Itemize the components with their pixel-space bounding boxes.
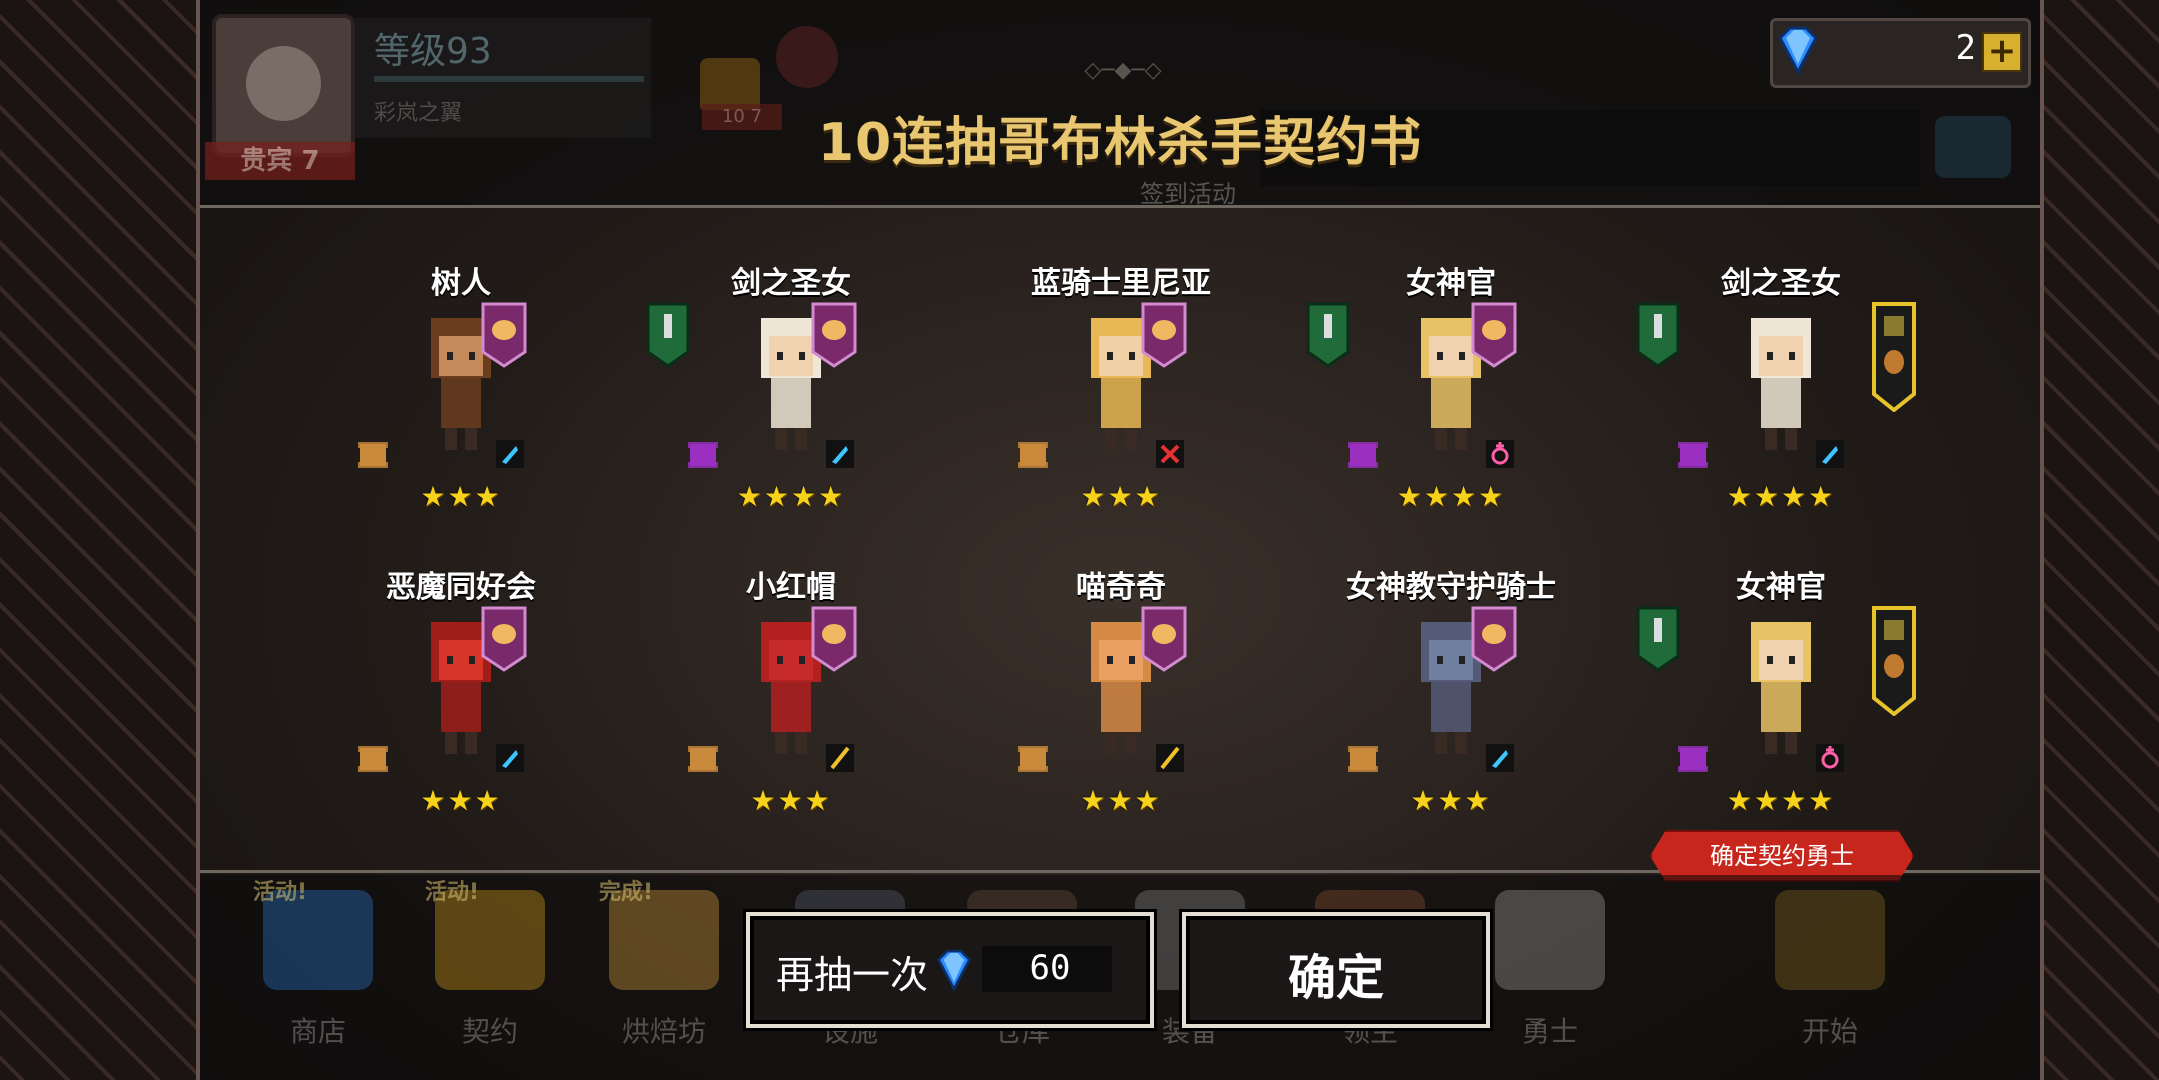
signin-event-label: 签到活动: [1140, 180, 1236, 208]
blue-feather-icon: [496, 440, 524, 468]
class-banner-purple-icon: [1141, 606, 1187, 672]
scroll-icon: [1348, 746, 1378, 772]
star-rating: ★★★: [420, 480, 502, 513]
star-rating: ★★★: [1080, 784, 1162, 817]
hero-card[interactable]: 剑之圣女 ★★★★: [1636, 258, 1926, 548]
class-banner-purple-icon: [1471, 302, 1517, 368]
draw-cost: 60: [1029, 948, 1071, 988]
star-rating: ★★★★: [1726, 784, 1836, 817]
hero-card[interactable]: 树人 ★★★: [316, 258, 606, 548]
dice-icon[interactable]: [776, 26, 838, 88]
left-border-pattern: [0, 0, 196, 1080]
star-rating: ★★★★: [1396, 480, 1506, 513]
gem-icon: [1778, 26, 1818, 76]
hero-name: 小红帽: [746, 570, 836, 605]
blue-feather-icon: [826, 440, 854, 468]
class-banner-green-icon: [1636, 302, 1680, 368]
nav-item-label[interactable]: 勇士: [1480, 1010, 1620, 1050]
nav-badge: 活动!: [253, 880, 308, 905]
exp-bar: [374, 76, 644, 82]
hero-name: 恶魔同好会: [386, 570, 536, 605]
hero-name: 树人: [431, 266, 491, 301]
star-rating: ★★★★: [736, 480, 846, 513]
tier-banner-gold-icon: [1872, 302, 1916, 412]
gem-icon: [936, 949, 972, 992]
nav-badge: 活动!: [425, 880, 480, 905]
hero-card[interactable]: 女神教守护骑士 ★★★: [1306, 562, 1596, 852]
class-banner-green-icon: [1306, 302, 1350, 368]
hero-card[interactable]: 小红帽 ★★★: [646, 562, 936, 852]
hero-card[interactable]: 剑之圣女 ★★★★: [646, 258, 936, 548]
confirm-button[interactable]: 确定: [1182, 912, 1490, 1028]
hero-name: 女神教守护骑士: [1346, 570, 1556, 605]
player-level: 等级93: [374, 31, 492, 72]
scroll-icon: [688, 746, 718, 772]
scroll-icon: [1018, 442, 1048, 468]
star-rating: ★★★: [1080, 480, 1162, 513]
hero-card[interactable]: 女神官 ★★★★: [1636, 562, 1926, 852]
blue-feather-icon: [1486, 744, 1514, 772]
gold-wand-icon: [826, 744, 854, 772]
hero-name: 女神官: [1406, 266, 1496, 301]
scroll-icon: [358, 746, 388, 772]
scroll-icon: [358, 442, 388, 468]
confirm-label: 确定: [1287, 950, 1384, 1006]
class-banner-purple-icon: [1471, 606, 1517, 672]
add-gems-button[interactable]: +: [1982, 32, 2022, 72]
hero-name: 蓝骑士里尼亚: [1031, 266, 1211, 301]
hero-sprite: [1751, 622, 1811, 754]
scroll-icon: [688, 442, 718, 468]
scroll-icon: [1348, 442, 1378, 468]
nav-item-label[interactable]: 烘焙坊: [594, 1010, 734, 1050]
pink-symbol-icon: [1486, 440, 1514, 468]
draw-again-label: 再抽一次: [776, 953, 929, 997]
nav-item-label[interactable]: 开始: [1760, 1010, 1900, 1050]
draw-again-button[interactable]: 再抽一次 60: [746, 912, 1154, 1028]
nav-8-icon[interactable]: [1775, 890, 1885, 990]
hero-card[interactable]: 女神官 ★★★★: [1306, 258, 1596, 548]
content-divider-top: [200, 205, 2040, 208]
hero-card[interactable]: 蓝骑士里尼亚 ★★★: [976, 258, 1266, 548]
blue-feather-icon: [496, 744, 524, 772]
hero-name: 剑之圣女: [1721, 266, 1841, 301]
star-rating: ★★★: [1410, 784, 1492, 817]
hero-name: 女神官: [1736, 570, 1826, 605]
tier-banner-gold-icon: [1872, 606, 1916, 716]
blue-feather-icon: [1816, 440, 1844, 468]
scroll-icon: [1018, 746, 1048, 772]
hero-card[interactable]: 喵奇奇 ★★★: [976, 562, 1266, 852]
scroll-icon: [1678, 746, 1708, 772]
class-banner-purple-icon: [811, 302, 857, 368]
class-banner-purple-icon: [481, 302, 527, 368]
class-banner-purple-icon: [811, 606, 857, 672]
gem-count: 2: [1955, 28, 1976, 68]
title-ornament-icon: ◇─◆─◇: [1084, 58, 1162, 83]
hero-name: 剑之圣女: [731, 266, 851, 301]
hero-name: 喵奇奇: [1076, 570, 1166, 605]
gold-wand-icon: [1156, 744, 1184, 772]
red-sword-icon: [1156, 440, 1184, 468]
star-rating: ★★★: [420, 784, 502, 817]
right-border-pattern: [2044, 0, 2159, 1080]
nav-badge: 完成!: [599, 880, 654, 905]
right-frame-edge: [2040, 0, 2044, 1080]
nav-7-icon[interactable]: [1495, 890, 1605, 990]
class-banner-purple-icon: [481, 606, 527, 672]
star-rating: ★★★★: [1726, 480, 1836, 513]
nav-item-label[interactable]: 契约: [420, 1010, 560, 1050]
class-banner-green-icon: [1636, 606, 1680, 672]
hero-card[interactable]: 恶魔同好会 ★★★: [316, 562, 606, 852]
nav-item-label[interactable]: 商店: [248, 1010, 388, 1050]
class-banner-green-icon: [646, 302, 690, 368]
hero-sprite: [1751, 318, 1811, 450]
page-title: 10连抽哥布林杀手契约书: [817, 113, 1423, 173]
scroll-icon: [1678, 442, 1708, 468]
class-banner-purple-icon: [1141, 302, 1187, 368]
pink-symbol-icon: [1816, 744, 1844, 772]
star-rating: ★★★: [750, 784, 832, 817]
